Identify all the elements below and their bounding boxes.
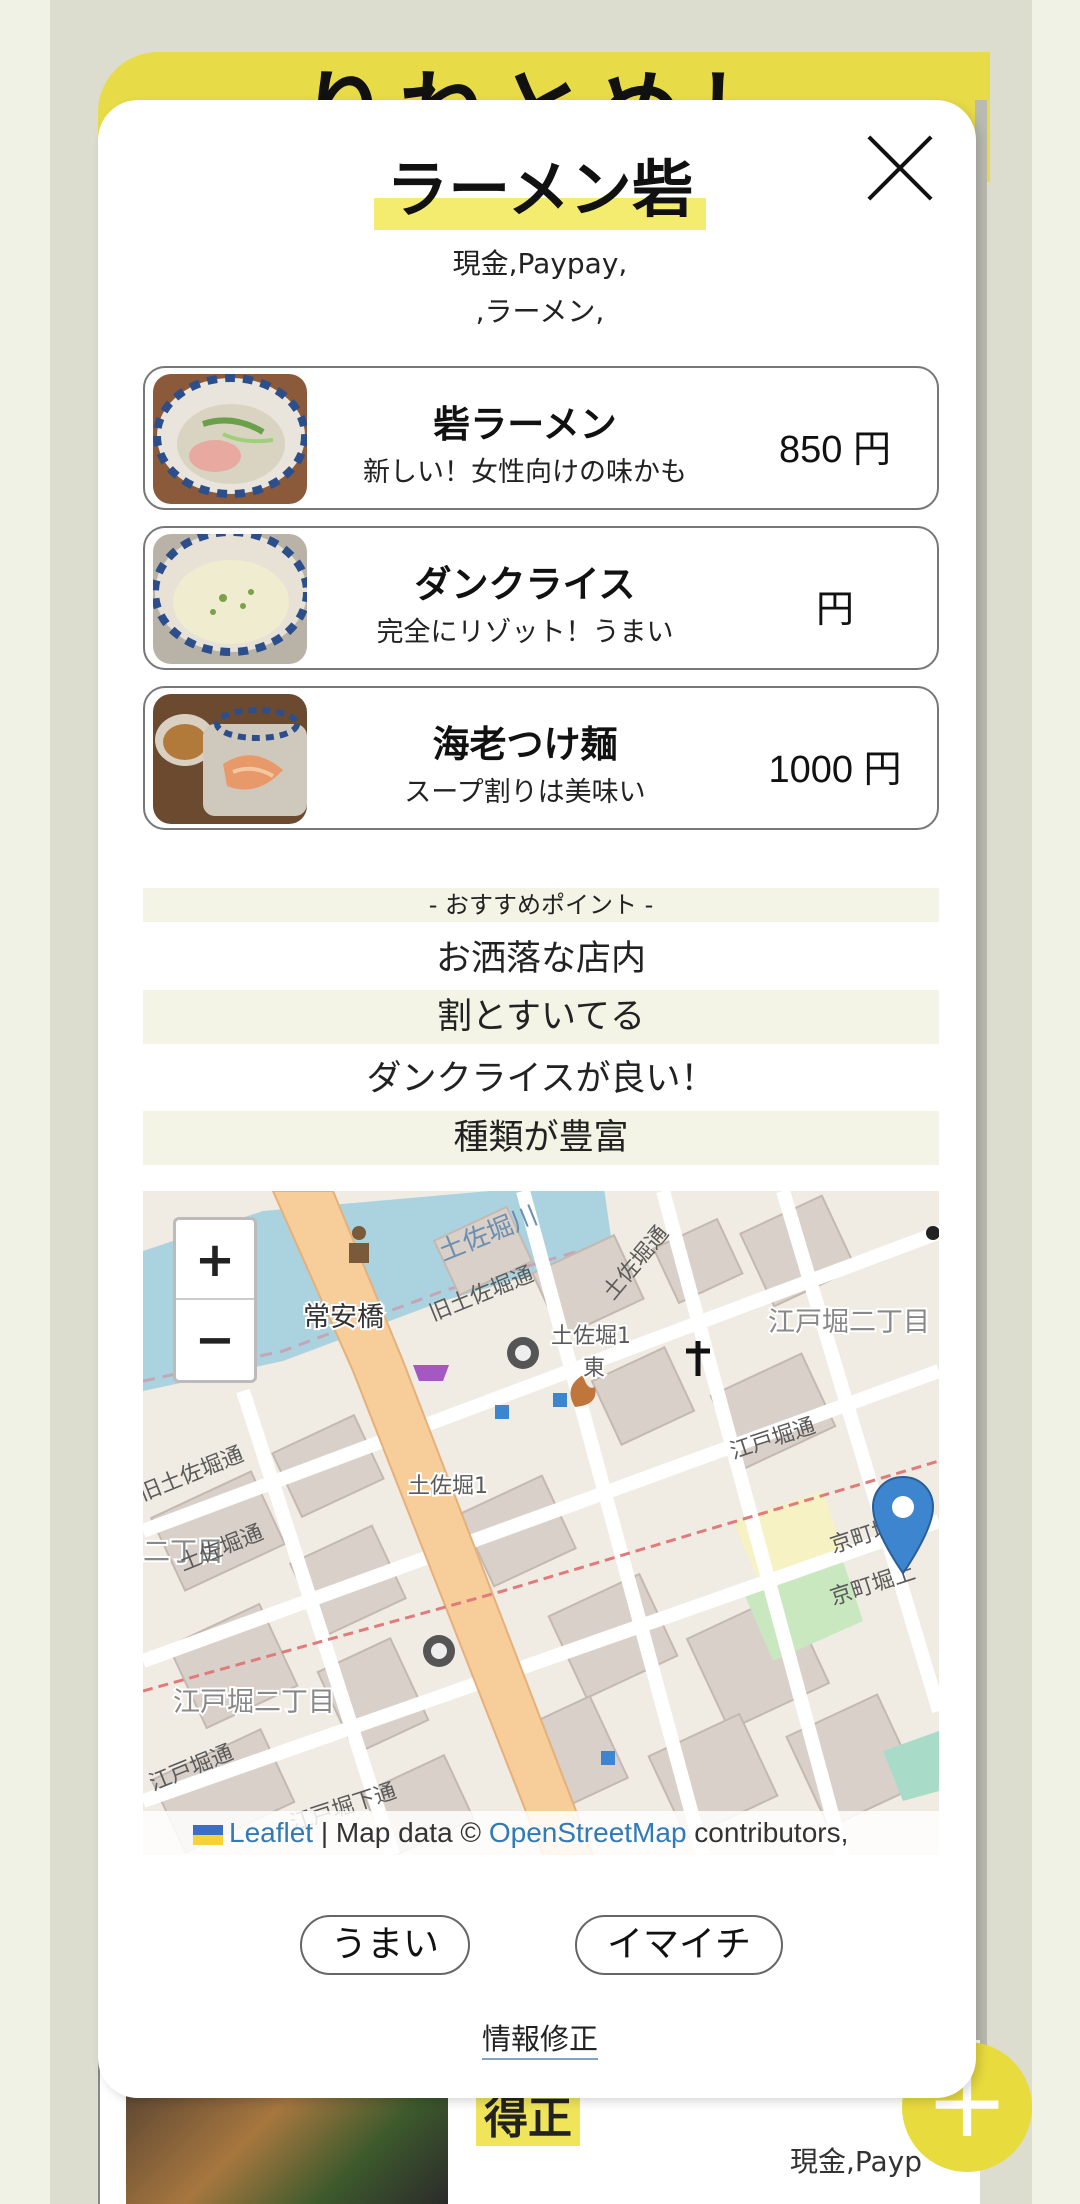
attribution-tail: contributors, xyxy=(686,1817,849,1848)
good-vote-button[interactable]: うまい xyxy=(300,1915,470,1975)
openstreetmap-link[interactable]: OpenStreetMap xyxy=(489,1817,687,1848)
map-label: 江戸堀二丁目 xyxy=(173,1687,335,1718)
map-label: 東 xyxy=(583,1356,605,1381)
menu-photo xyxy=(153,534,307,664)
shop-name: ラーメン砦 xyxy=(374,150,706,230)
background-shop-payment: 現金,Payp xyxy=(790,2145,923,2178)
map-label: 江戸堀二丁目 xyxy=(768,1307,930,1338)
menu-item-price: 円 xyxy=(815,589,854,631)
zoom-in-button[interactable]: + xyxy=(176,1220,254,1300)
zoom-out-button[interactable]: − xyxy=(176,1300,254,1380)
map-label: 土佐堀1 xyxy=(408,1474,488,1499)
menu-item-name: 砦ラーメン xyxy=(433,403,617,446)
genre-tags: ,ラーメン, xyxy=(475,295,605,328)
recommend-point: ダンクライスが良い！ xyxy=(366,1059,716,1099)
menu-photo xyxy=(153,374,307,504)
leaflet-link[interactable]: Leaflet xyxy=(229,1817,313,1848)
attribution-text: | Map data © xyxy=(313,1817,489,1848)
page-margin-right xyxy=(1032,0,1080,2204)
shop-map[interactable]: 常安橋 土佐堀川 旧土佐堀通 土佐堀通 土佐堀1 東 土佐堀1 江戸堀二丁目 江… xyxy=(143,1191,939,1855)
edit-info-link[interactable]: 情報修正 xyxy=(481,2022,598,2060)
map-tiles: 常安橋 土佐堀川 旧土佐堀通 土佐堀通 土佐堀1 東 土佐堀1 江戸堀二丁目 江… xyxy=(143,1191,939,1855)
menu-item-name: ダンクライス xyxy=(414,563,636,606)
menu-photo xyxy=(153,694,307,824)
edit-info-link-wrap: 情報修正 xyxy=(0,2016,1080,2060)
map-label: 土佐堀1 xyxy=(551,1324,631,1349)
menu-item-name: 海老つけ麺 xyxy=(432,723,618,766)
shop-title-wrap: ラーメン砦 xyxy=(0,150,1080,230)
recommend-point: 種類が豊富 xyxy=(143,1111,939,1165)
menu-item-description: 完全にリゾット！うまい xyxy=(376,617,674,648)
map-zoom-control: + − xyxy=(173,1217,257,1383)
map-pin-icon[interactable] xyxy=(871,1475,935,1575)
page-margin-left xyxy=(0,0,50,2204)
recommend-points-header: - おすすめポイント - xyxy=(143,888,939,922)
menu-item-description: スープ割りは美味い xyxy=(404,777,646,808)
menu-item[interactable]: 海老つけ麺 スープ割りは美味い 1000 円 xyxy=(143,686,939,830)
background-scrollbar xyxy=(975,100,987,2060)
map-label: 常安橋 xyxy=(303,1302,384,1333)
menu-item[interactable]: ダンクライス 完全にリゾット！うまい 円 xyxy=(143,526,939,670)
recommend-point: お洒落な店内 xyxy=(435,939,646,979)
menu-item[interactable]: 砦ラーメン 新しい！女性向けの味かも 850 円 xyxy=(143,366,939,510)
menu-item-price: 850 円 xyxy=(779,429,891,471)
payment-methods: 現金,Paypay, xyxy=(452,247,628,280)
recommend-point: 割とすいてる xyxy=(143,990,939,1044)
background-shop-photo xyxy=(126,2085,448,2204)
menu-item-description: 新しい！女性向けの味かも xyxy=(363,457,687,488)
map-attribution: Leaflet | Map data © OpenStreetMap contr… xyxy=(143,1811,939,1855)
menu-item-price: 1000 円 xyxy=(768,749,902,791)
ukraine-flag-icon xyxy=(193,1824,223,1845)
bad-vote-button[interactable]: イマイチ xyxy=(575,1915,783,1975)
